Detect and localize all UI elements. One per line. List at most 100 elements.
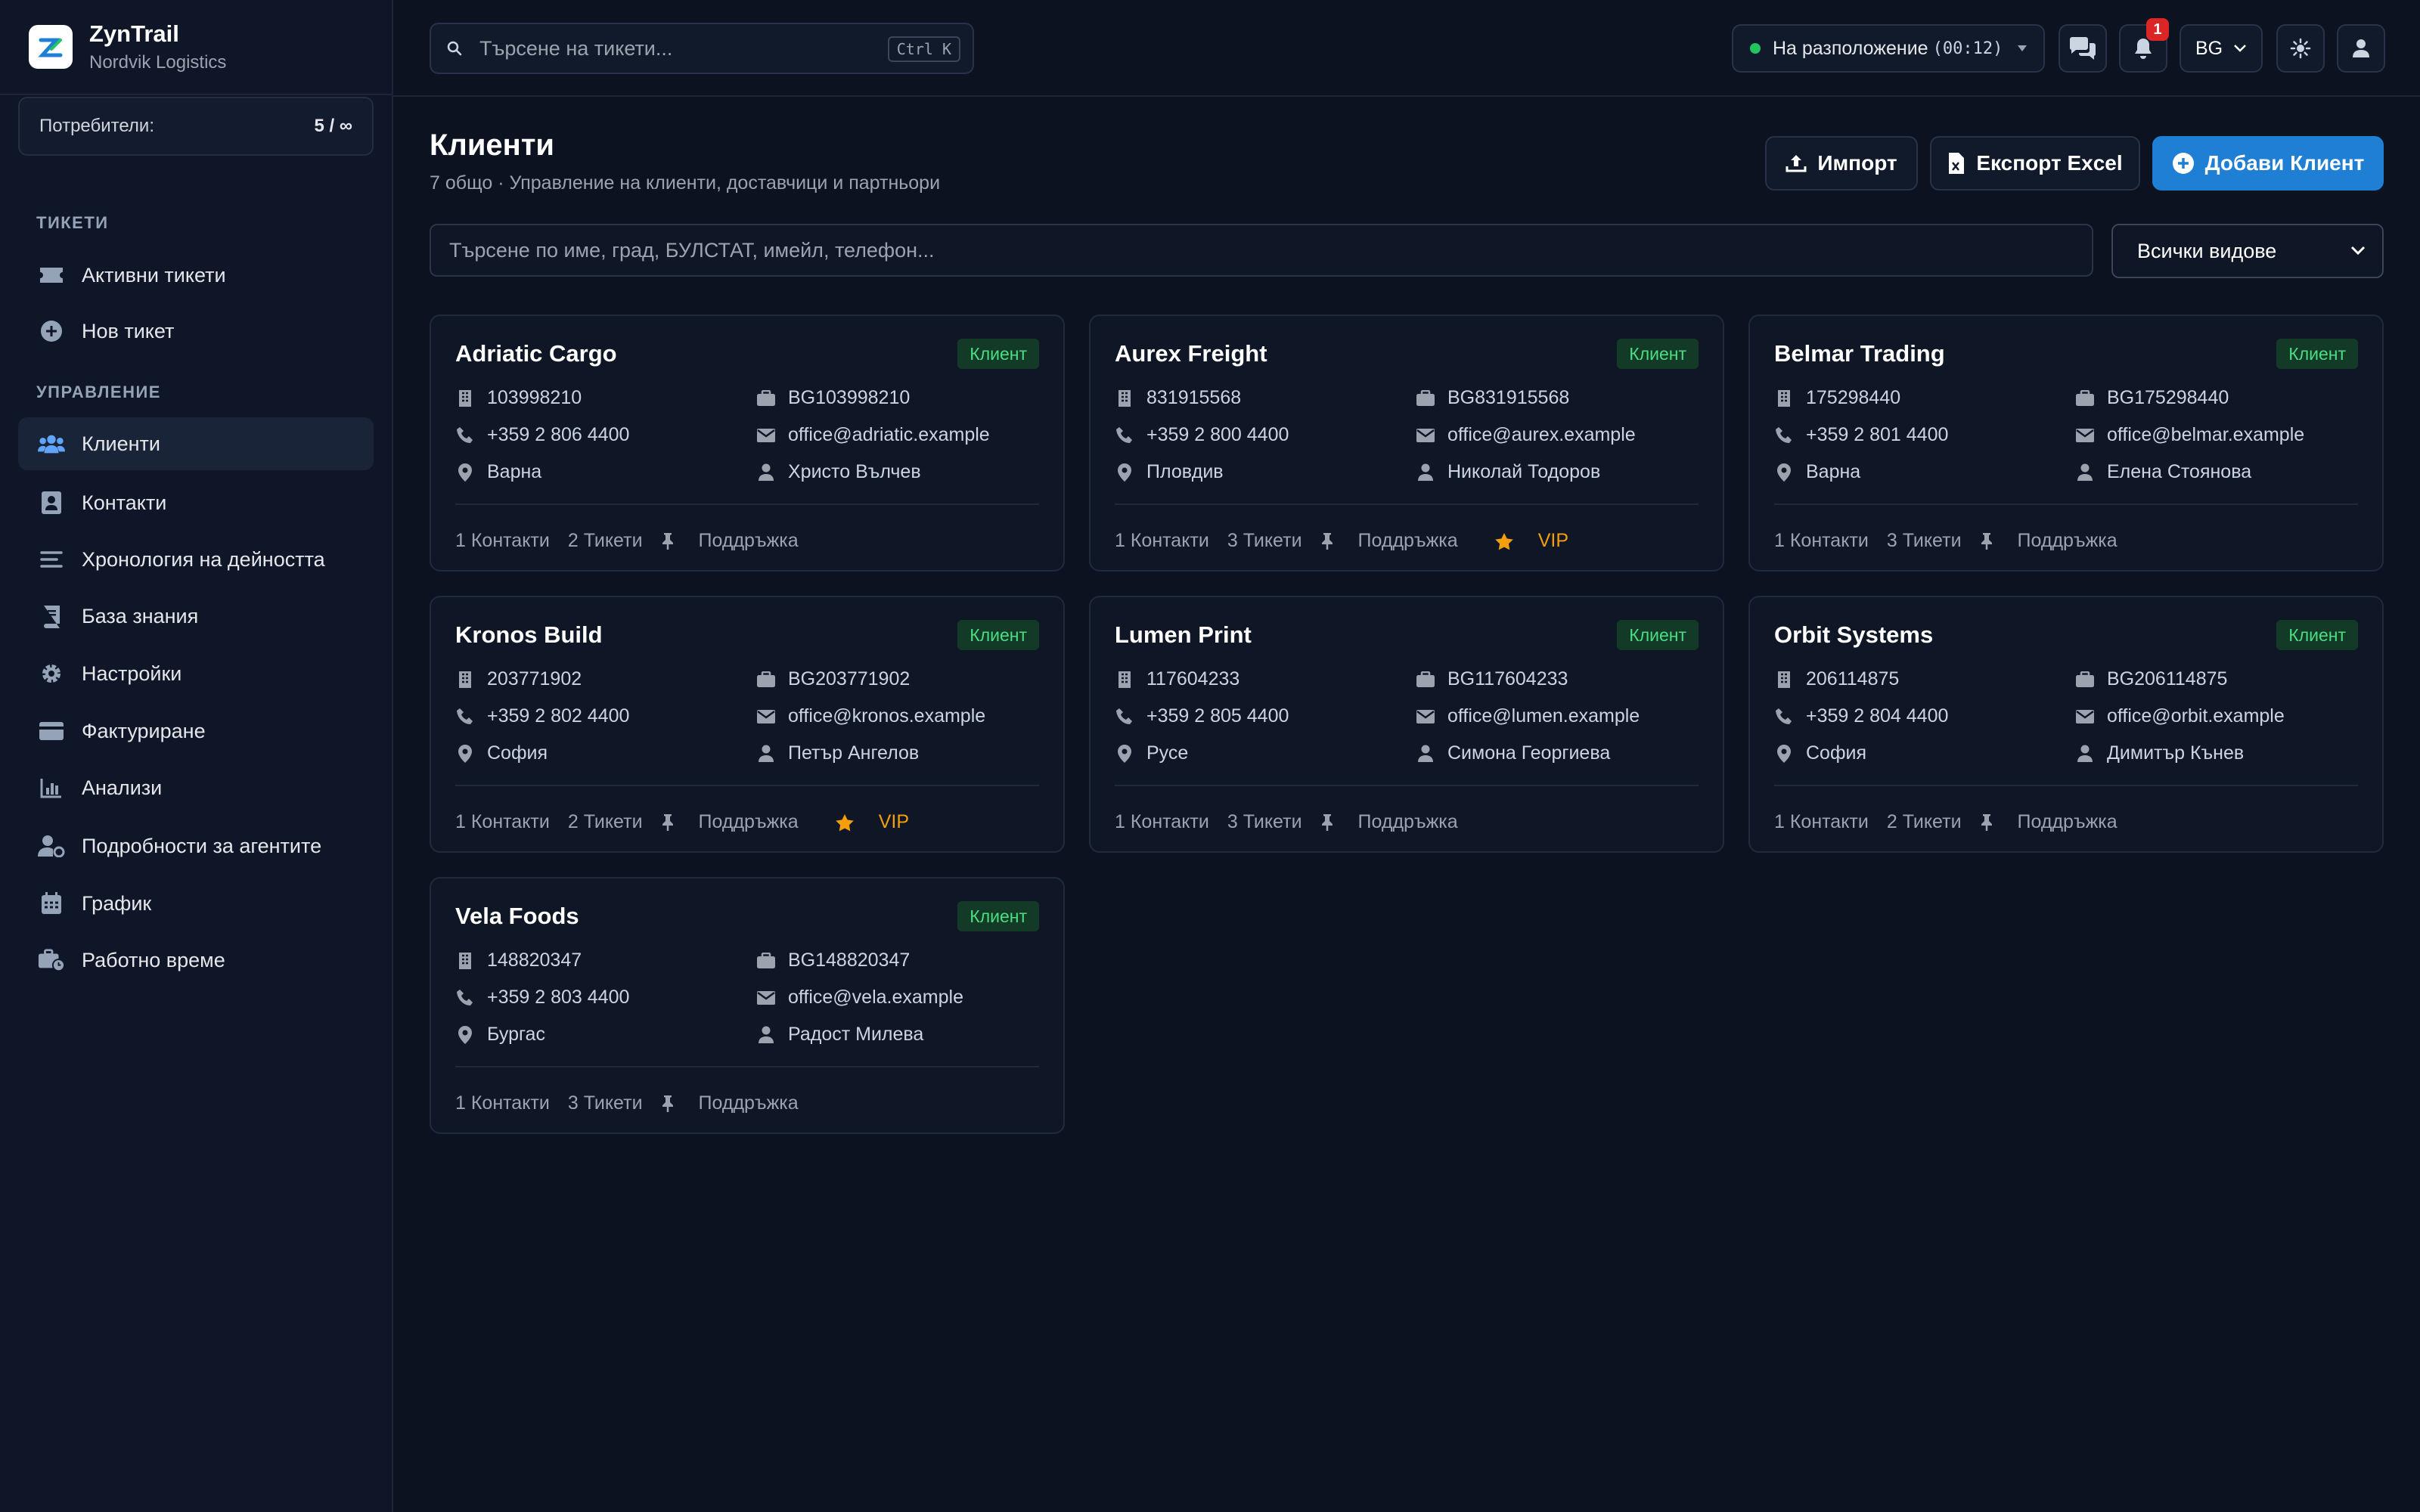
book-icon xyxy=(38,603,65,630)
client-email[interactable]: office@adriatic.example xyxy=(756,424,990,446)
client-vat-value: BG206114875 xyxy=(2107,668,2228,689)
location-pin-icon xyxy=(1115,463,1134,482)
client-name[interactable]: Vela Foods xyxy=(455,903,579,930)
client-phone[interactable]: +359 2 802 4400 xyxy=(455,705,629,727)
briefcase-icon xyxy=(756,389,776,408)
client-type-badge: Клиент xyxy=(2276,620,2358,650)
sidebar-item-agent-details[interactable]: Подробности за агентите xyxy=(18,820,374,872)
user-icon xyxy=(756,463,776,482)
thumbtack-icon xyxy=(661,532,681,550)
client-name[interactable]: Lumen Print xyxy=(1115,621,1252,649)
briefcase-icon xyxy=(1416,389,1435,408)
sidebar-item-new-ticket[interactable]: Нов тикет xyxy=(18,305,374,358)
client-phone[interactable]: +359 2 800 4400 xyxy=(1115,424,1289,446)
brand[interactable]: ZynTrail Nordvik Logistics xyxy=(0,0,392,95)
client-eik-value: 103998210 xyxy=(487,387,582,408)
profile-button[interactable] xyxy=(2337,24,2385,73)
client-type-select[interactable]: Всички видове xyxy=(2111,224,2384,278)
client-card[interactable]: Adriatic Cargo Клиент 103998210 BG103998210… xyxy=(430,314,1065,572)
star-icon xyxy=(1494,532,1520,550)
sidebar-item-settings[interactable]: Настройки xyxy=(18,647,374,700)
client-city-value: Варна xyxy=(1806,461,1861,482)
theme-toggle-button[interactable] xyxy=(2276,24,2325,73)
client-phone[interactable]: +359 2 805 4400 xyxy=(1115,705,1289,727)
plus-circle-icon xyxy=(2172,153,2194,174)
import-button[interactable]: Импорт xyxy=(1765,136,1918,191)
chat-icon xyxy=(2069,37,2096,60)
notifications-button[interactable]: 1 xyxy=(2119,18,2169,73)
client-city: Варна xyxy=(455,461,541,483)
user-icon xyxy=(756,1025,776,1045)
client-plan: Поддръжка xyxy=(661,530,817,552)
client-phone[interactable]: +359 2 806 4400 xyxy=(455,424,629,446)
client-contacts-count: 1 Контакти xyxy=(455,1092,550,1114)
client-card[interactable]: Vela Foods Клиент 148820347 BG148820347 +359… xyxy=(430,877,1065,1134)
client-name[interactable]: Kronos Build xyxy=(455,621,603,649)
client-phone[interactable]: +359 2 803 4400 xyxy=(455,987,629,1009)
client-name[interactable]: Aurex Freight xyxy=(1115,340,1267,367)
sidebar-item-knowledge-base[interactable]: База знания xyxy=(18,590,374,643)
sidebar-item-billing[interactable]: Фактуриране xyxy=(18,705,374,758)
client-eik-value: 175298440 xyxy=(1806,387,1901,408)
client-eik-value: 203771902 xyxy=(487,668,582,689)
client-plan: Поддръжка xyxy=(1980,811,2136,833)
client-email-value: office@belmar.example xyxy=(2107,424,2305,445)
client-email[interactable]: office@kronos.example xyxy=(756,705,985,727)
client-name[interactable]: Orbit Systems xyxy=(1774,621,1933,649)
client-card[interactable]: Belmar Trading Клиент 175298440 BG175298440… xyxy=(1748,314,2384,572)
client-name[interactable]: Belmar Trading xyxy=(1774,340,1945,367)
client-card[interactable]: Lumen Print Клиент 117604233 BG117604233 +35… xyxy=(1089,596,1724,853)
language-select[interactable]: BG xyxy=(2180,24,2263,73)
availability-dropdown[interactable]: На разположение (00:12) xyxy=(1732,24,2045,73)
chevron-down-icon xyxy=(2350,246,2366,256)
client-email[interactable]: office@belmar.example xyxy=(2075,424,2304,446)
client-contact-value: Петър Ангелов xyxy=(788,742,920,764)
phone-icon xyxy=(1774,707,1794,727)
client-card[interactable]: Aurex Freight Клиент 831915568 BG831915568 +… xyxy=(1089,314,1724,572)
sidebar-item-clients[interactable]: Клиенти xyxy=(18,417,374,470)
client-type-badge: Клиент xyxy=(1617,339,1699,369)
phone-icon xyxy=(1774,426,1794,445)
client-email[interactable]: office@lumen.example xyxy=(1416,705,1640,727)
client-contact-person: Симона Георгиева xyxy=(1416,742,1610,764)
sidebar-item-contacts[interactable]: Контакти xyxy=(18,476,374,529)
star-icon xyxy=(835,813,861,832)
user-icon xyxy=(2353,39,2369,57)
client-email[interactable]: office@aurex.example xyxy=(1416,424,1636,446)
client-card[interactable]: Orbit Systems Клиент 206114875 BG206114875 +… xyxy=(1748,596,2384,853)
client-phone[interactable]: +359 2 804 4400 xyxy=(1774,705,1948,727)
export-excel-button[interactable]: Експорт Excel xyxy=(1930,136,2140,191)
client-email[interactable]: office@orbit.example xyxy=(2075,705,2285,727)
thumbtack-icon xyxy=(1320,532,1340,550)
credit-card-icon xyxy=(38,717,65,745)
briefcase-icon xyxy=(756,670,776,689)
sidebar-item-working-hours[interactable]: Работно време xyxy=(18,934,374,987)
client-type-badge: Клиент xyxy=(957,339,1039,369)
client-card-footer: 1 Контакти 2 Тикети Поддръжка VIP xyxy=(455,811,945,833)
phone-icon xyxy=(1115,426,1134,445)
sun-icon xyxy=(2290,38,2311,59)
add-client-button[interactable]: Добави Клиент xyxy=(2152,136,2384,191)
client-name[interactable]: Adriatic Cargo xyxy=(455,340,617,367)
client-contact-value: Симона Георгиева xyxy=(1447,742,1611,764)
envelope-icon xyxy=(756,707,776,727)
ticket-search-input[interactable]: Търсене на тикети... Ctrl K xyxy=(430,23,974,74)
building-icon xyxy=(455,389,475,408)
sidebar-item-activity-log[interactable]: Хронология на дейността xyxy=(18,533,374,586)
envelope-icon xyxy=(756,988,776,1008)
client-filter-input[interactable]: Търсене по име, град, БУЛСТАТ, имейл, те… xyxy=(430,224,2093,277)
thumbtack-icon xyxy=(661,1095,681,1113)
sidebar-item-active-tickets[interactable]: Активни тикети xyxy=(18,249,374,302)
client-phone[interactable]: +359 2 801 4400 xyxy=(1774,424,1948,446)
client-city-value: Русе xyxy=(1146,742,1189,764)
client-card[interactable]: Kronos Build Клиент 203771902 BG203771902 +3… xyxy=(430,596,1065,853)
client-vat: BG117604233 xyxy=(1416,668,1568,690)
user-icon xyxy=(1416,463,1435,482)
sidebar-item-schedule[interactable]: График xyxy=(18,877,374,930)
briefcase-icon xyxy=(756,951,776,971)
sidebar-item-label: База знания xyxy=(82,604,199,627)
sidebar-item-analytics[interactable]: Анализи xyxy=(18,761,374,814)
caret-down-icon xyxy=(2018,45,2028,51)
client-email[interactable]: office@vela.example xyxy=(756,987,963,1009)
chat-button[interactable] xyxy=(2059,24,2107,73)
